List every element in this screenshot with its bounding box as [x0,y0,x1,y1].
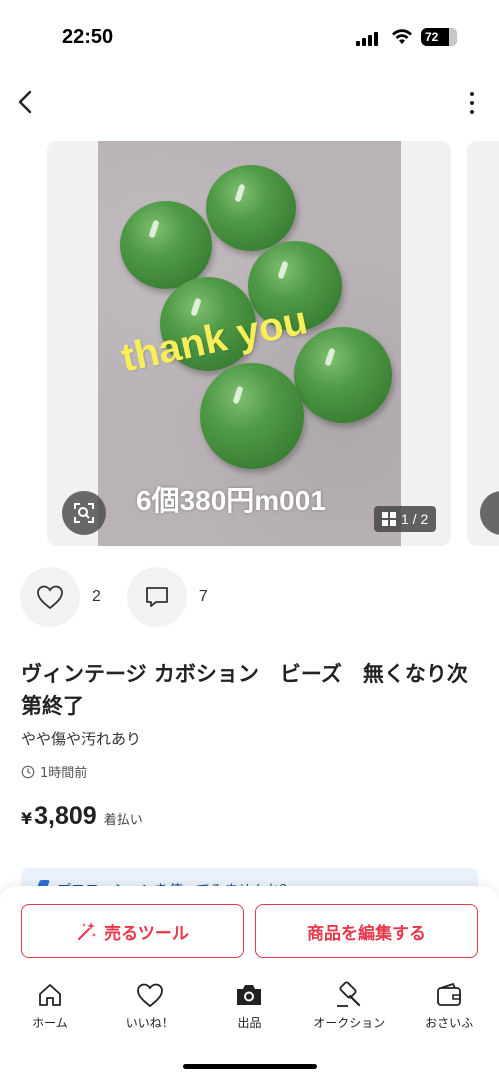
tab-sell[interactable]: 出品 [200,980,300,1040]
more-vertical-icon [470,92,474,96]
magic-wand-icon [78,922,97,940]
item-photo[interactable]: thank you 6個380円m001 [98,141,401,546]
status-time: 22:50 [62,26,114,48]
tab-wallet-label: おさいふ [425,1016,474,1030]
tab-auction-label: オークション [313,1016,386,1030]
camera-icon [234,980,264,1010]
battery-level: 72 [425,30,439,44]
shipping-label: 着払い [103,813,143,828]
status-bar: 22:50 72 [0,0,499,70]
comment-count: 7 [198,588,208,605]
auction-hammer-icon [334,980,364,1010]
wifi-icon [392,29,412,44]
tab-likes[interactable]: いいね！ [100,980,200,1040]
price-row: ¥ 3,809 着払い [21,802,143,831]
clock-icon [21,765,35,778]
comment-icon [146,587,168,607]
image-search-button[interactable] [62,491,106,535]
wallet-icon [434,980,464,1010]
tab-sell-label: 出品 [237,1016,262,1030]
home-indicator [183,1064,317,1069]
image-carousel[interactable]: thank you 6個380円m001 1 / 2 [0,141,499,546]
bottom-action-sheet: 売るツール 商品を編集する ホーム いいね！ 出品 オークション おさいふ [0,886,499,1080]
photo-caption-price: 6個380円m001 [136,485,326,516]
carousel-slide[interactable]: thank you 6個380円m001 1 / 2 [47,141,451,546]
image-search-icon [74,503,94,523]
image-page-counter[interactable]: 1 / 2 [374,506,437,532]
page-counter-text: 1 / 2 [401,511,429,527]
heart-icon [135,980,165,1010]
carousel-next-slide[interactable] [467,141,499,546]
tab-home-label: ホーム [32,1016,68,1030]
like-count: 2 [92,588,101,605]
posted-time-row: 1時間前 [21,762,87,781]
sell-tool-label: 売るツール [104,923,189,944]
tab-auction[interactable]: オークション [299,980,399,1040]
grid-icon [382,512,396,526]
tab-bar: ホーム いいね！ 出品 オークション おさいふ [0,980,499,1040]
battery-icon: 72 [421,28,457,46]
tab-home[interactable]: ホーム [0,980,100,1040]
tab-likes-label: いいね！ [125,1016,174,1030]
more-options-button[interactable] [467,92,477,114]
edit-item-label: 商品を編集する [307,923,426,944]
item-actions: 2 7 [20,567,234,627]
comment-button[interactable] [126,567,187,627]
heart-icon [37,585,63,610]
sell-tool-button[interactable]: 売るツール [21,904,244,958]
tab-wallet[interactable]: おさいふ [399,980,499,1040]
item-title: ヴィンテージ カボション ビーズ 無くなり次第終了 [21,662,468,718]
like-button[interactable] [20,567,80,627]
home-icon [35,980,65,1010]
posted-time: 1時間前 [40,766,88,781]
item-condition: やや傷や汚れあり [21,730,142,748]
edit-item-button[interactable]: 商品を編集する [255,904,478,958]
currency-symbol: ¥ [21,809,33,828]
item-price: 3,809 [34,802,97,830]
back-button[interactable] [12,88,40,116]
cellular-signal-icon [356,30,382,46]
